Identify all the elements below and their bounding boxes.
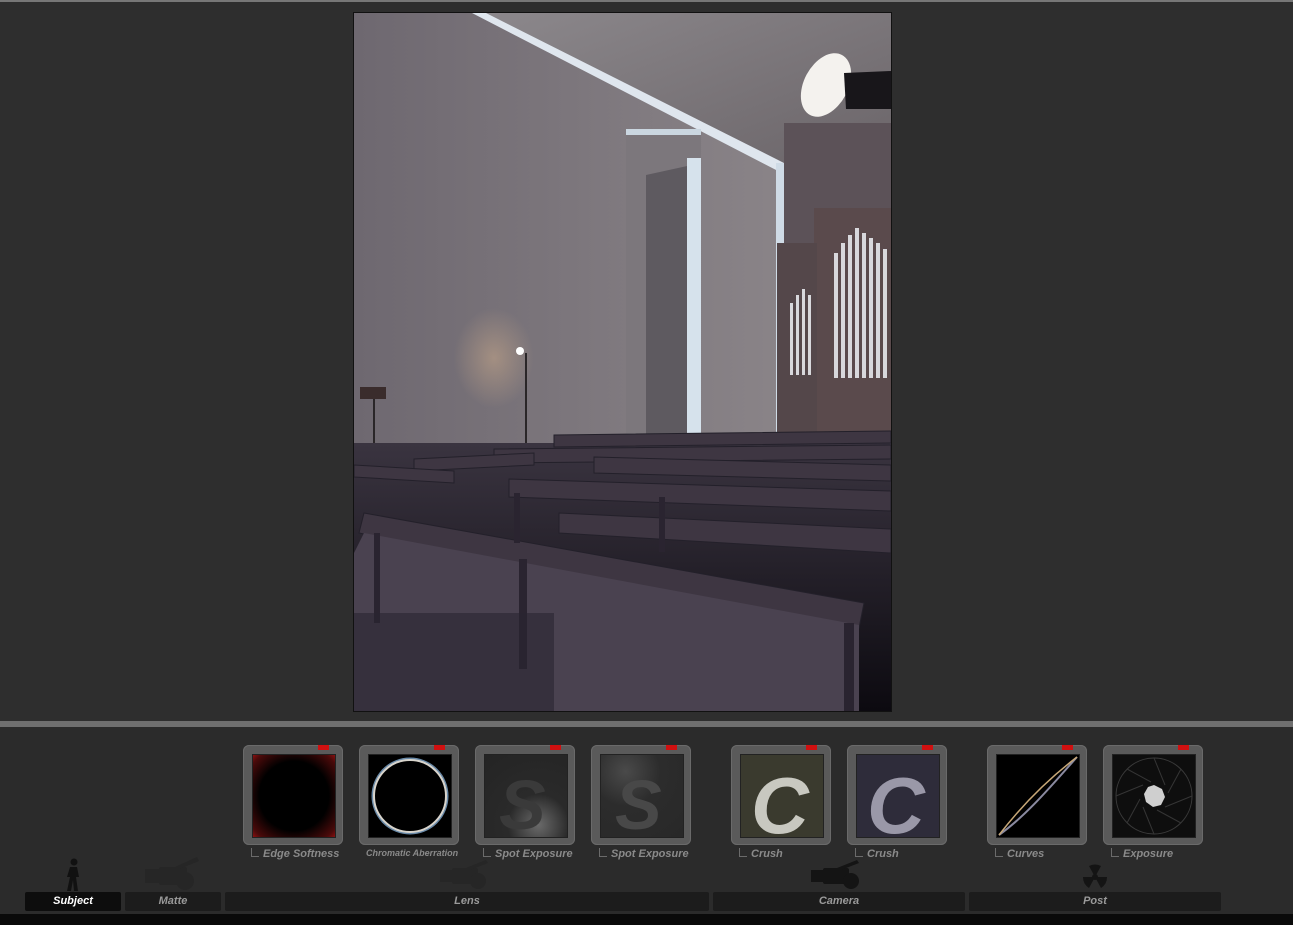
camera-icon [811,860,859,889]
effect-tile-spot-exposure-2[interactable]: S [591,745,691,845]
enabled-flag-icon[interactable] [318,745,329,750]
enabled-flag-icon[interactable] [434,745,445,750]
enabled-flag-icon[interactable] [806,745,817,750]
crush-thumbnail: C [856,754,940,838]
person-icon [67,858,79,891]
enabled-flag-icon[interactable] [1062,745,1073,750]
enabled-flag-icon[interactable] [1178,745,1189,750]
top-border [0,0,1293,2]
preview-viewport[interactable] [353,12,892,712]
bottom-bar [0,914,1293,925]
effect-label: Spot Exposure [599,848,689,862]
tab-camera[interactable]: Camera [713,892,965,911]
effect-label: Exposure [1111,848,1173,862]
effect-tile-crush-2[interactable]: C [847,745,947,845]
effect-tile-spot-exposure-1[interactable]: S [475,745,575,845]
spot-exposure-thumbnail: S [600,754,684,838]
exposure-aperture-thumbnail [1112,754,1196,838]
effect-label: Edge Softness [251,848,339,862]
chapel-render-image [354,13,891,711]
svg-text:S: S [499,766,546,837]
tab-matte[interactable]: Matte [125,892,221,911]
effect-tile-exposure[interactable] [1103,745,1203,845]
enabled-flag-icon[interactable] [666,745,677,750]
spot-exposure-thumbnail: S [484,754,568,838]
svg-text:C: C [867,761,926,837]
effect-label: Spot Exposure [483,848,573,862]
matte-camera-icon [145,857,199,890]
lens-camera-icon [440,860,488,889]
svg-text:C: C [751,761,810,837]
effect-label: Crush [739,848,783,862]
enabled-flag-icon[interactable] [550,745,561,750]
tab-subject[interactable]: Subject [25,892,121,911]
effect-tile-crush-1[interactable]: C [731,745,831,845]
enabled-flag-icon[interactable] [922,745,933,750]
svg-text:S: S [615,766,662,837]
effect-tile-edge-softness[interactable] [243,745,343,845]
curves-thumbnail [996,754,1080,838]
crush-thumbnail: C [740,754,824,838]
radiation-icon [1082,864,1108,888]
chromatic-aberration-thumbnail [368,754,452,838]
edge-softness-thumbnail [252,754,336,838]
tab-post[interactable]: Post [969,892,1221,911]
effect-tile-curves[interactable] [987,745,1087,845]
effect-tile-chromatic-aberration[interactable] [359,745,459,845]
tab-lens[interactable]: Lens [225,892,709,911]
effect-label: Curves [995,848,1044,862]
